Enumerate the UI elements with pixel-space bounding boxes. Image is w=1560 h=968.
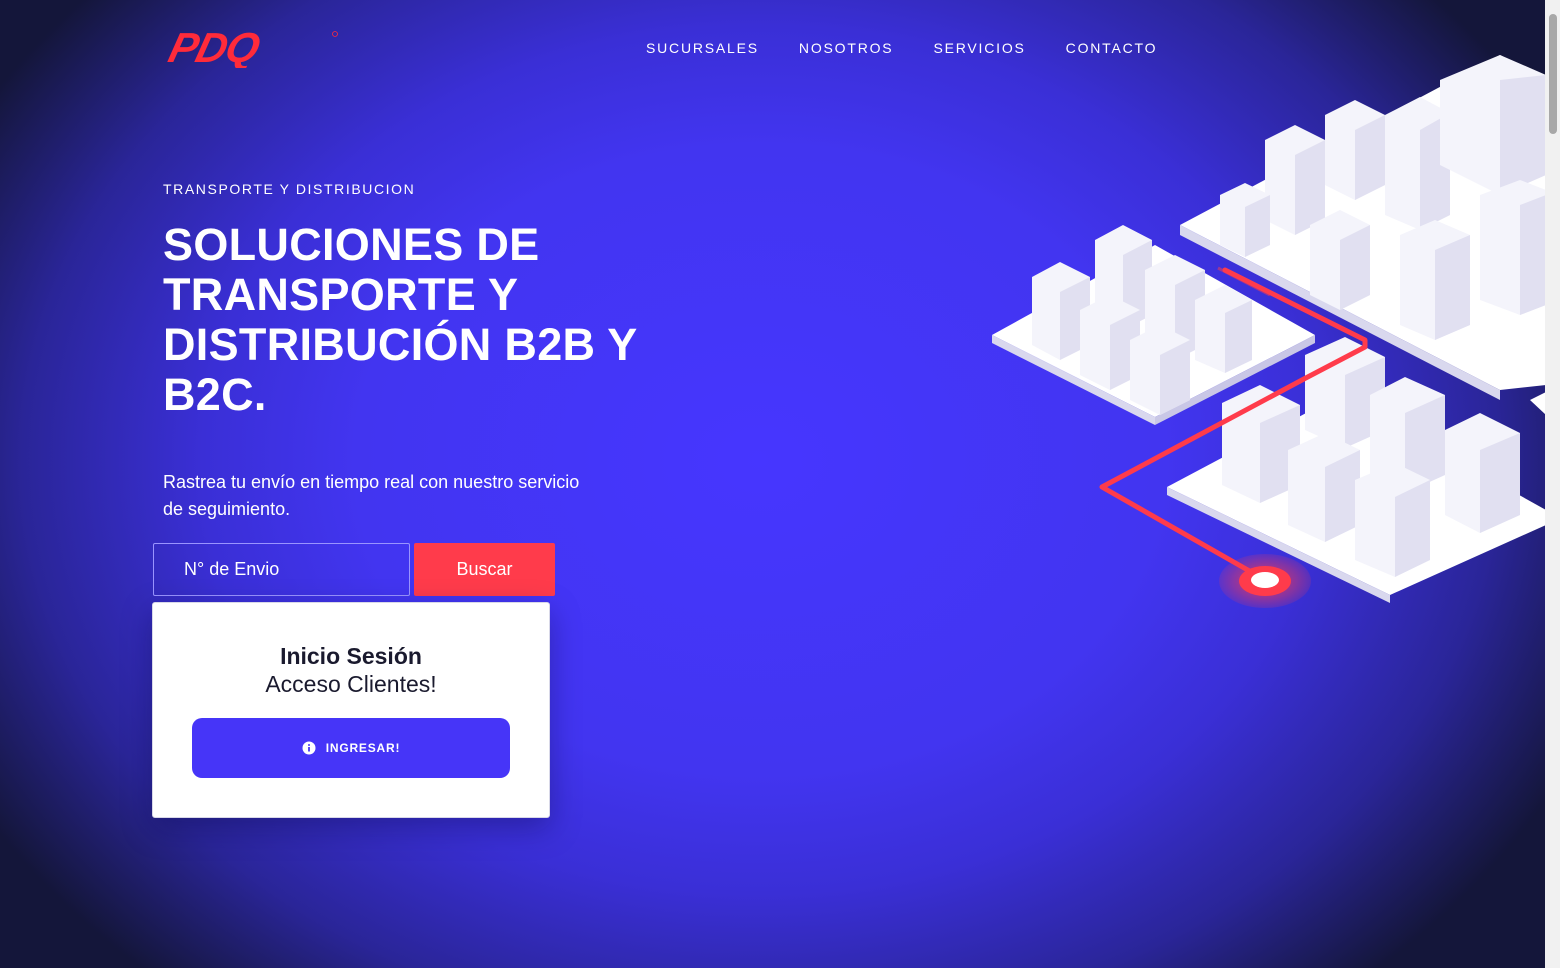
login-subtitle: Acceso Clientes! [265, 671, 437, 697]
hero-title: SOLUCIONES DE TRANSPORTE Y DISTRIBUCIÓN … [163, 219, 637, 420]
landing-page: PDQ SUCURSALES NOSOTROS SERVICIOS CONTAC… [0, 0, 1560, 968]
nav-sucursales[interactable]: SUCURSALES [646, 38, 759, 58]
info-circle-icon [302, 741, 316, 755]
nav-nosotros[interactable]: NOSOTROS [799, 38, 894, 58]
page-scrollbar[interactable] [1545, 0, 1560, 968]
tracking-number-input[interactable] [153, 543, 410, 596]
isometric-city-route-illustration [992, 55, 1546, 608]
pdq-logo[interactable]: PDQ [163, 28, 341, 68]
login-button[interactable]: INGRESAR! [192, 718, 510, 778]
hero-eyebrow: TRANSPORTE Y DISTRIBUCION [163, 181, 416, 197]
login-button-label: INGRESAR! [325, 741, 401, 755]
hero-description: Rastrea tu envío en tiempo real con nues… [163, 472, 580, 519]
login-title: Inicio Sesión [280, 643, 422, 669]
svg-text:PDQ: PDQ [164, 28, 265, 68]
login-card: Inicio Sesión Acceso Clientes! INGRESAR! [152, 602, 550, 818]
location-pin-icon [1219, 554, 1311, 608]
scrollbar-thumb[interactable] [1549, 14, 1557, 134]
search-button[interactable]: Buscar [414, 543, 555, 596]
